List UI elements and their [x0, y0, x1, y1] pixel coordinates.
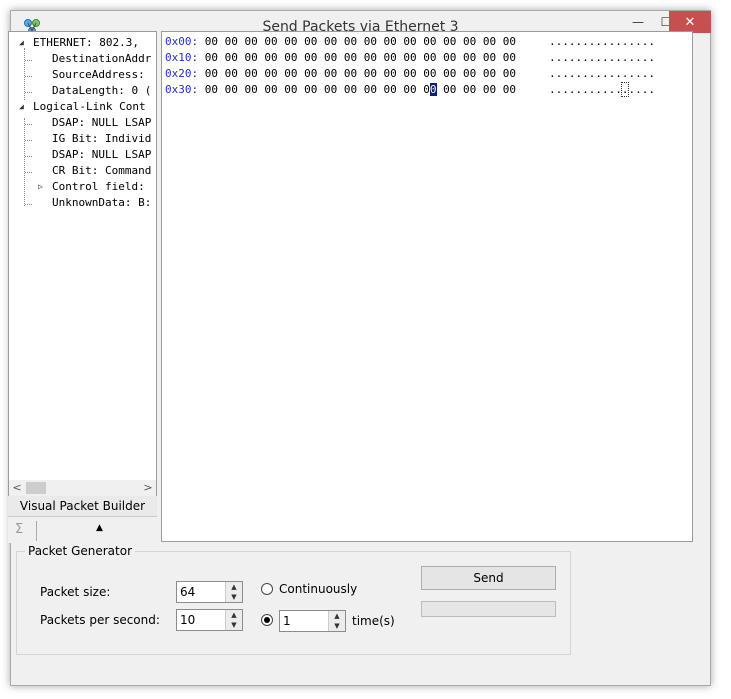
hex-offset: 0x00:	[165, 35, 199, 48]
sigma-icon[interactable]: Σ	[15, 522, 23, 537]
hex-cursor[interactable]: 0	[429, 83, 437, 96]
tree-node-dsap-2[interactable]: DSAP: NULL LSAP	[52, 147, 151, 163]
hex-bytes[interactable]: 00 00 00 00 00 00 00 00 00 00 00 00 00 0…	[205, 51, 516, 64]
pps-value[interactable]: 10	[180, 613, 195, 627]
ascii-row[interactable]: ................	[549, 50, 655, 66]
packet-generator-legend: Packet Generator	[25, 544, 136, 558]
tree-guide-line	[24, 118, 25, 206]
packet-tree-view[interactable]: ◢ ETHERNET: 802.3, DestinationAddr Sourc…	[8, 31, 157, 497]
tree-connector	[25, 204, 32, 205]
hex-offset: 0x30:	[165, 83, 199, 96]
tree-connector	[25, 172, 32, 173]
tree-node-destination[interactable]: DestinationAddr	[52, 51, 151, 67]
ascii-text: ...........	[549, 83, 622, 96]
scroll-right-icon[interactable]: >	[140, 480, 156, 496]
close-button[interactable]: ✕	[669, 11, 711, 33]
spin-down-icon[interactable]: ▼	[328, 621, 345, 631]
scroll-left-icon[interactable]: <	[9, 480, 25, 496]
tree-connector	[25, 92, 32, 93]
tree-connector	[25, 60, 32, 61]
hex-row[interactable]: 0x10: 00 00 00 00 00 00 00 00 00 00 00 0…	[165, 50, 516, 66]
tree-node-cr-bit[interactable]: CR Bit: Command	[52, 163, 151, 179]
continuously-label[interactable]: Continuously	[279, 582, 357, 596]
tree-node-source[interactable]: SourceAddress:	[52, 67, 145, 83]
minimize-button[interactable]: —	[623, 11, 653, 33]
tree-node-ethernet[interactable]: ETHERNET: 802.3,	[33, 35, 139, 51]
packet-size-spinner[interactable]: 64 ▲ ▼	[176, 581, 243, 603]
times-value[interactable]: 1	[283, 614, 291, 628]
tool-tab-strip: Σ ▲	[8, 516, 157, 543]
tree-connector	[25, 140, 32, 141]
collapsed-icon[interactable]: ▷	[38, 179, 43, 195]
packet-size-value[interactable]: 64	[180, 585, 195, 599]
scroll-thumb[interactable]	[26, 482, 46, 494]
ascii-row[interactable]: ................	[549, 34, 655, 50]
tab-separator	[36, 521, 41, 541]
caret-up-icon[interactable]: ▲	[96, 523, 103, 533]
packet-size-label: Packet size:	[40, 585, 111, 599]
tree-node-llc[interactable]: Logical-Link Cont	[33, 99, 146, 115]
send-button[interactable]: Send	[421, 566, 556, 590]
hex-bytes[interactable]: 00 00 00 00	[437, 83, 516, 96]
hex-bytes[interactable]: 00 00 00 00 00 00 00 00 00 00 00 0	[205, 83, 430, 96]
times-label: time(s)	[352, 614, 395, 628]
packets-per-second-label: Packets per second:	[40, 613, 160, 627]
ascii-row[interactable]: ................	[549, 82, 655, 98]
times-spinner[interactable]: 1 ▲ ▼	[279, 610, 346, 632]
tab-visual-packet-builder[interactable]: Visual Packet Builder	[8, 496, 157, 516]
hex-bytes[interactable]: 00 00 00 00 00 00 00 00 00 00 00 00 00 0…	[205, 67, 516, 80]
hex-offset: 0x20:	[165, 67, 199, 80]
expand-icon[interactable]: ◢	[19, 99, 24, 115]
expand-icon[interactable]: ◢	[19, 35, 24, 51]
tree-node-dsap[interactable]: DSAP: NULL LSAP	[52, 115, 151, 131]
hex-bytes[interactable]: 00 00 00 00 00 00 00 00 00 00 00 00 00 0…	[205, 35, 516, 48]
hex-offset: 0x10:	[165, 51, 199, 64]
ascii-row[interactable]: ................	[549, 66, 655, 82]
tree-node-datalength[interactable]: DataLength: 0 (	[52, 83, 151, 99]
tree-connector	[25, 156, 32, 157]
hex-row[interactable]: 0x30: 00 00 00 00 00 00 00 00 00 00 00 0…	[165, 82, 516, 98]
tree-node-control-field[interactable]: Control field:	[52, 179, 145, 195]
tree-connector	[25, 76, 32, 77]
times-radio[interactable]	[261, 614, 273, 626]
ascii-text: ....	[628, 83, 655, 96]
tree-node-unknown-data[interactable]: UnknownData: B:	[52, 195, 151, 211]
spin-down-icon[interactable]: ▼	[225, 620, 242, 630]
continuously-radio[interactable]	[261, 583, 273, 595]
packets-per-second-spinner[interactable]: 10 ▲ ▼	[176, 609, 243, 631]
send-progress-bar	[421, 601, 556, 617]
spin-down-icon[interactable]: ▼	[225, 592, 242, 602]
tree-node-ig-bit[interactable]: IG Bit: Individ	[52, 131, 151, 147]
tree-horizontal-scrollbar[interactable]: < >	[8, 480, 157, 497]
hex-row[interactable]: 0x00: 00 00 00 00 00 00 00 00 00 00 00 0…	[165, 34, 516, 50]
tree-connector	[25, 124, 32, 125]
hex-editor[interactable]: 0x00: 00 00 00 00 00 00 00 00 00 00 00 0…	[161, 31, 693, 542]
hex-row[interactable]: 0x20: 00 00 00 00 00 00 00 00 00 00 00 0…	[165, 66, 516, 82]
